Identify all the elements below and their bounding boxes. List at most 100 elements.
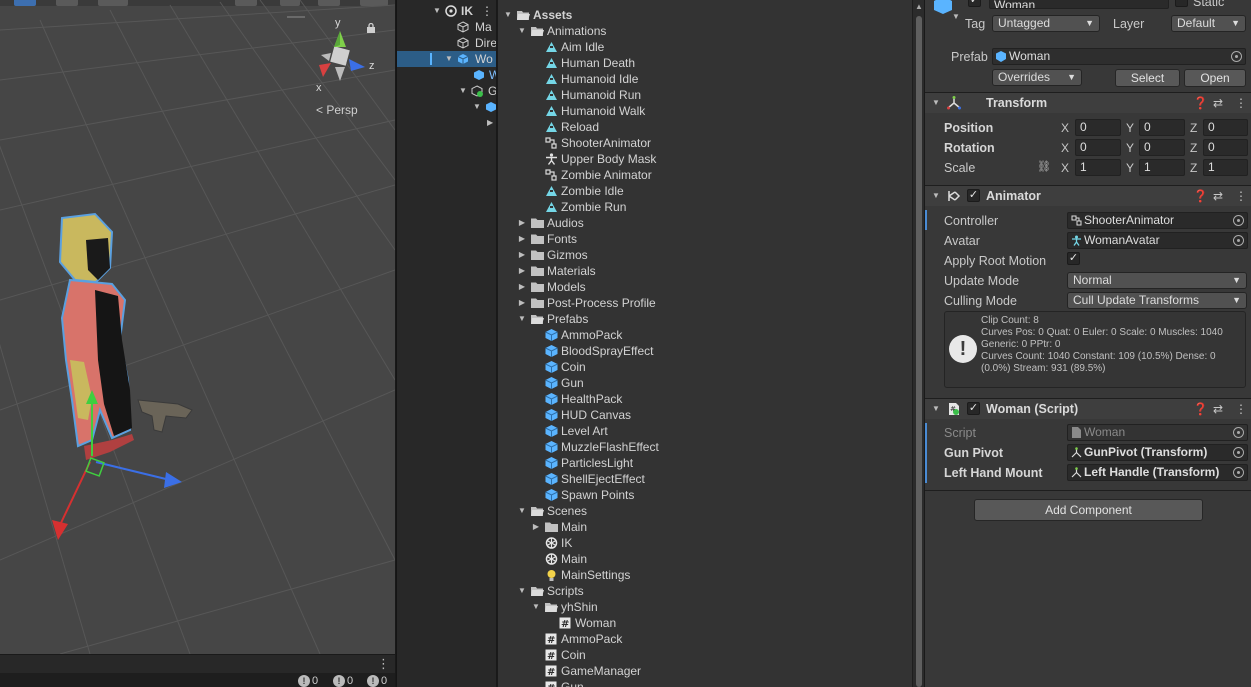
open-button[interactable]: Open <box>1184 69 1246 87</box>
project-item[interactable]: Humanoid Run <box>531 87 898 103</box>
project-item[interactable]: ShooterAnimator <box>531 135 898 151</box>
tag-dropdown[interactable]: Untagged ▼ <box>992 15 1100 32</box>
error-count[interactable]: ! 0 <box>367 675 387 687</box>
project-item[interactable]: Humanoid Walk <box>531 103 898 119</box>
project-item[interactable]: # AmmoPack <box>531 631 898 647</box>
kebab-menu-icon[interactable]: ⋮ <box>481 3 493 19</box>
overrides-dropdown[interactable]: Overrides ▼ <box>992 69 1082 86</box>
fold-open-icon[interactable]: ▼ <box>932 404 940 413</box>
kebab-menu-icon[interactable]: ⋮ <box>1235 96 1247 110</box>
icon-dropdown-icon[interactable]: ▼ <box>952 12 960 21</box>
project-item[interactable]: Zombie Idle <box>531 183 898 199</box>
project-item[interactable]: ▶ Main <box>531 519 898 535</box>
gun-pivot-field[interactable]: GunPivot (Transform) <box>1067 444 1248 461</box>
hierarchy-item[interactable]: ▼ <box>397 99 496 115</box>
hierarchy-item-selected[interactable]: ▼ Wo <box>397 51 496 67</box>
fold-open-icon[interactable]: ▼ <box>517 311 527 327</box>
project-item[interactable]: Zombie Animator <box>531 167 898 183</box>
fold-open-icon[interactable]: ▼ <box>517 583 527 599</box>
scroll-up-icon[interactable]: ▲ <box>915 2 923 11</box>
animator-enabled-checkbox[interactable]: ✓ <box>967 189 980 202</box>
hierarchy-item[interactable]: W <box>397 67 496 83</box>
lock-icon[interactable] <box>366 22 376 33</box>
fold-closed-icon[interactable]: ▶ <box>517 279 527 295</box>
fold-closed-icon[interactable]: ▶ <box>517 263 527 279</box>
project-item[interactable]: ▼ Scenes <box>517 503 898 519</box>
project-item[interactable]: # Coin <box>531 647 898 663</box>
object-picker-icon[interactable] <box>1233 235 1244 246</box>
project-item[interactable]: MuzzleFlashEffect <box>531 439 898 455</box>
project-item[interactable]: HUD Canvas <box>531 407 898 423</box>
project-item[interactable]: ▶ Materials <box>517 263 898 279</box>
fold-closed-icon[interactable]: ▶ <box>517 215 527 231</box>
object-picker-icon[interactable] <box>1231 51 1242 62</box>
select-button[interactable]: Select <box>1115 69 1180 87</box>
project-item[interactable]: ▶ Audios <box>517 215 898 231</box>
apply-root-motion-checkbox[interactable]: ✓ <box>1067 252 1080 265</box>
project-item[interactable]: ▶ Fonts <box>517 231 898 247</box>
fold-open-icon[interactable]: ▼ <box>473 99 481 115</box>
fold-open-icon[interactable]: ▼ <box>503 7 513 23</box>
position-x-field[interactable]: 0 <box>1075 119 1121 136</box>
hierarchy-item[interactable]: Dire <box>397 35 496 51</box>
script-component-header[interactable]: ▼ # ✓ Woman (Script) ❓ ⇄ ⋮ <box>925 398 1251 419</box>
scrollbar-thumb[interactable] <box>916 16 922 687</box>
project-root-assets[interactable]: ▼ Assets <box>503 7 903 23</box>
project-item[interactable]: Aim Idle <box>531 39 898 55</box>
rotation-y-field[interactable]: 0 <box>1139 139 1185 156</box>
prefab-asset-field[interactable]: Woman <box>992 48 1246 65</box>
left-hand-mount-field[interactable]: Left Handle (Transform) <box>1067 464 1248 481</box>
fold-open-icon[interactable]: ▼ <box>517 23 527 39</box>
hierarchy-item[interactable]: ▶ <box>397 115 496 131</box>
project-item[interactable]: Spawn Points <box>531 487 898 503</box>
culling-mode-dropdown[interactable]: Cull Update Transforms ▼ <box>1067 292 1247 309</box>
fold-open-icon[interactable]: ▼ <box>932 191 940 200</box>
fold-open-icon[interactable]: ▼ <box>433 3 441 19</box>
drag-handle[interactable] <box>287 16 305 18</box>
kebab-menu-icon[interactable]: ⋮ <box>377 657 390 671</box>
hierarchy-scene-ik[interactable]: ▼ IK ⋮ <box>397 3 496 19</box>
fold-closed-icon[interactable]: ▶ <box>487 115 493 131</box>
info-count[interactable]: ! 0 <box>298 675 318 687</box>
object-name-field[interactable]: Woman <box>989 0 1169 9</box>
project-item[interactable]: ▼ Animations <box>517 23 898 39</box>
project-item[interactable]: MainSettings <box>531 567 898 583</box>
fold-open-icon[interactable]: ▼ <box>445 51 453 67</box>
controller-field[interactable]: ShooterAnimator <box>1067 212 1248 229</box>
fold-open-icon[interactable]: ▼ <box>531 599 541 615</box>
project-item[interactable]: BloodSprayEffect <box>531 343 898 359</box>
project-item[interactable]: ▶ Gizmos <box>517 247 898 263</box>
project-item[interactable]: ▼ Scripts <box>517 583 898 599</box>
scale-z-field[interactable]: 1 <box>1203 159 1248 176</box>
project-item[interactable]: ShellEjectEffect <box>531 471 898 487</box>
scale-x-field[interactable]: 1 <box>1075 159 1121 176</box>
project-item[interactable]: ▼ Prefabs <box>517 311 898 327</box>
preset-icon[interactable]: ⇄ <box>1213 402 1223 416</box>
project-item[interactable]: Reload <box>531 119 898 135</box>
project-item[interactable]: ▶ Post-Process Profile <box>517 295 898 311</box>
project-item[interactable]: Gun <box>531 375 898 391</box>
fold-open-icon[interactable]: ▼ <box>517 503 527 519</box>
project-item[interactable]: Zombie Run <box>531 199 898 215</box>
fold-open-icon[interactable]: ▼ <box>459 83 467 99</box>
project-item[interactable]: IK <box>531 535 898 551</box>
project-item[interactable]: # GameManager <box>531 663 898 679</box>
fold-closed-icon[interactable]: ▶ <box>531 519 541 535</box>
static-checkbox[interactable] <box>1175 0 1188 7</box>
project-item[interactable]: ▼ yhShin <box>531 599 898 615</box>
help-icon[interactable]: ❓ <box>1193 189 1208 203</box>
perspective-toggle[interactable]: < Persp <box>316 103 358 117</box>
help-icon[interactable]: ❓ <box>1193 402 1208 416</box>
project-item[interactable]: Upper Body Mask <box>531 151 898 167</box>
fold-closed-icon[interactable]: ▶ <box>517 295 527 311</box>
project-item[interactable]: Humanoid Idle <box>531 71 898 87</box>
woman-character[interactable] <box>0 0 395 654</box>
transform-header[interactable]: ▼ Transform ❓ ⇄ ⋮ <box>925 92 1251 113</box>
project-item[interactable]: Level Art <box>531 423 898 439</box>
position-z-field[interactable]: 0 <box>1203 119 1248 136</box>
object-picker-icon[interactable] <box>1233 215 1244 226</box>
preset-icon[interactable]: ⇄ <box>1213 189 1223 203</box>
avatar-field[interactable]: WomanAvatar <box>1067 232 1248 249</box>
scale-y-field[interactable]: 1 <box>1139 159 1185 176</box>
kebab-menu-icon[interactable]: ⋮ <box>1235 189 1247 203</box>
